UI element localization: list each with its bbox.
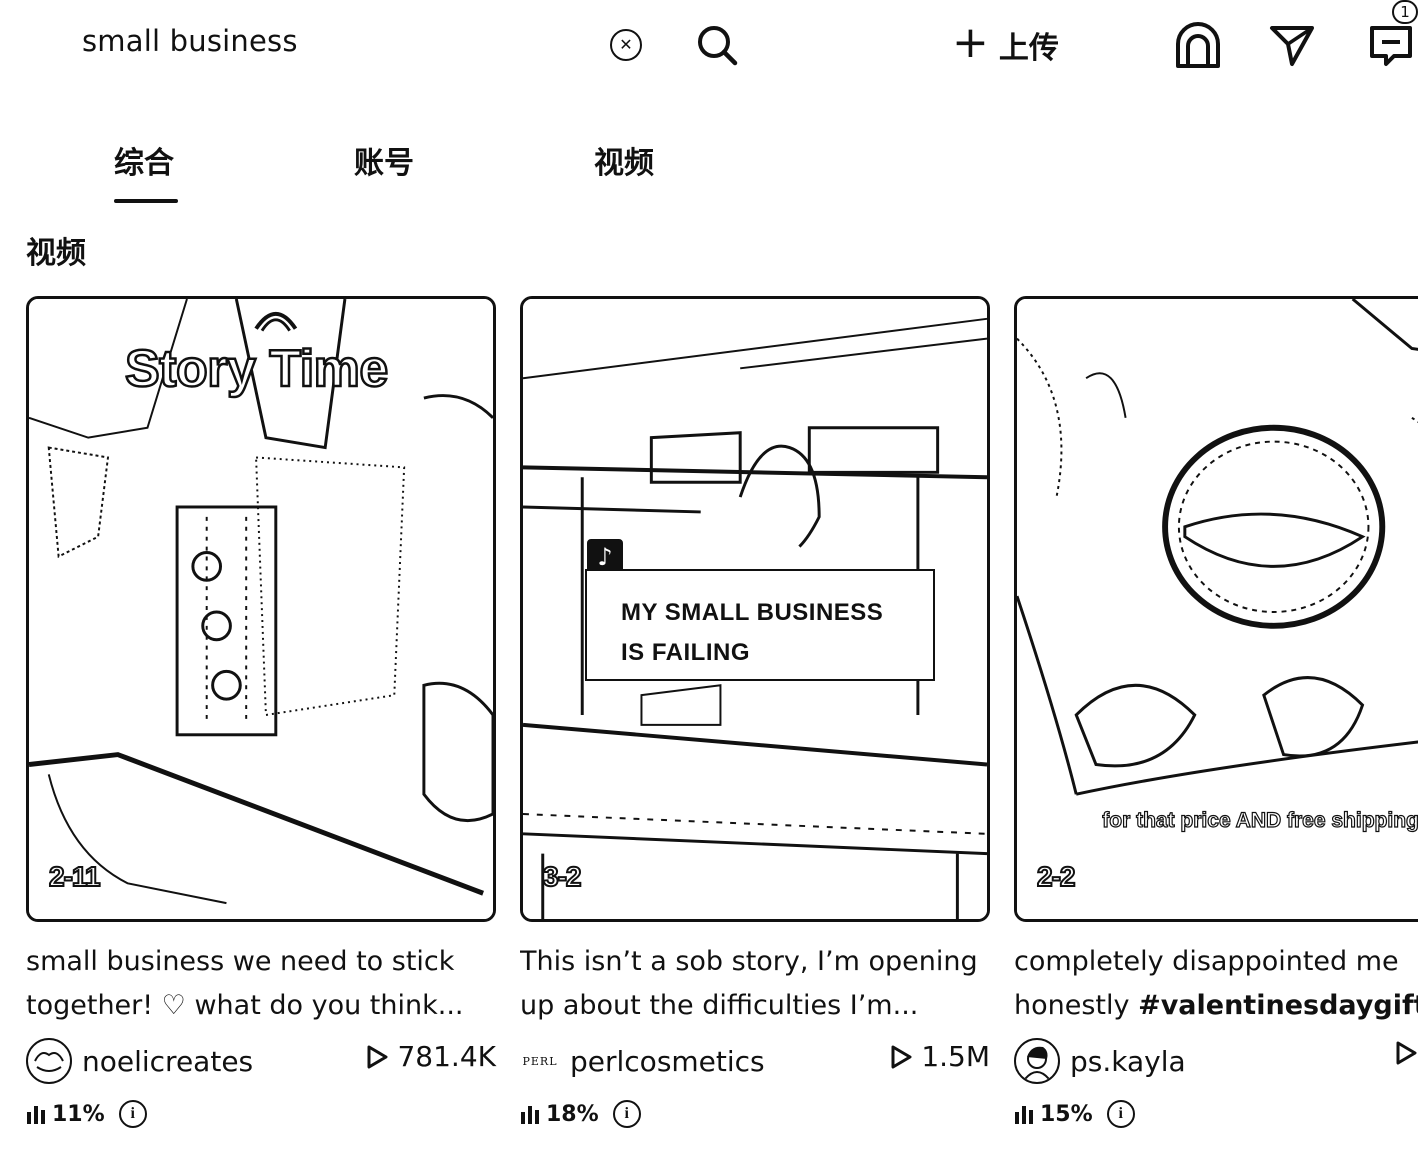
author-name[interactable]: perlcosmetics — [570, 1045, 765, 1078]
video-meta: noelicreates 781.4K — [26, 1036, 496, 1086]
view-count — [1394, 1040, 1418, 1066]
video-description[interactable]: completely disappointed me honestly #val… — [1014, 940, 1418, 1028]
info-icon[interactable]: i — [1106, 1100, 1135, 1128]
search-tabs: 综合 账号 视频 — [0, 138, 1418, 208]
video-card[interactable]: ♪ MY SMALL BUSINESS IS FAILING 3-2 This … — [520, 296, 990, 1134]
search-input[interactable]: small business — [82, 24, 298, 58]
view-count-value: 781.4K — [397, 1040, 496, 1073]
send-icon[interactable] — [1266, 20, 1318, 70]
video-date: 3-2 — [542, 860, 583, 893]
description-line: This isn’t a sob story, I’m opening — [520, 946, 978, 977]
author-name[interactable]: ps.kayla — [1070, 1045, 1186, 1078]
video-meta: PERL perlcosmetics 1.5M — [520, 1036, 990, 1086]
description-line: together! ♡ what do you think... — [26, 990, 464, 1021]
tab-overall[interactable]: 综合 — [114, 138, 174, 182]
description-line: small business we need to stick — [26, 946, 455, 977]
video-description[interactable]: This isn’t a sob story, I’m opening up a… — [520, 940, 990, 1028]
overlay-line: MY SMALL BUSINESS — [621, 599, 884, 626]
bar-chart-icon — [1015, 1106, 1033, 1124]
section-title: 视频 — [26, 236, 86, 271]
stats-row: 11% i — [26, 1094, 496, 1134]
clear-icon[interactable]: ✕ — [610, 29, 642, 61]
bar-chart-icon — [27, 1106, 45, 1124]
info-icon[interactable]: i — [612, 1100, 641, 1128]
video-description[interactable]: small business we need to stick together… — [26, 940, 496, 1028]
hashtag-link[interactable]: #valentinesdaygifts — [1138, 990, 1418, 1021]
view-count: 1.5M — [889, 1040, 990, 1073]
stats-row: 18% i — [520, 1094, 990, 1134]
view-count-value: 1.5M — [921, 1040, 990, 1073]
active-tab-indicator — [114, 199, 178, 203]
tab-videos[interactable]: 视频 — [594, 138, 654, 182]
video-thumbnail[interactable]: ♪ MY SMALL BUSINESS IS FAILING 3-2 — [520, 296, 990, 922]
upload-button[interactable]: + 上传 — [952, 17, 1059, 68]
inbox-icon[interactable] — [1172, 20, 1224, 70]
play-icon — [367, 1045, 388, 1068]
stats-row: 15% i — [1014, 1094, 1418, 1134]
stat-percent: 15% — [1040, 1101, 1093, 1127]
message-badge: 1 — [1392, 0, 1418, 24]
search-icon[interactable] — [694, 22, 740, 68]
video-thumbnail[interactable]: for that price AND free shipping? 2-2 — [1014, 296, 1418, 922]
video-overlay-text: for that price AND free shipping? — [1102, 808, 1418, 832]
author-name[interactable]: noelicreates — [82, 1045, 253, 1078]
avatar-face-icon — [1024, 1046, 1050, 1080]
stat-percent: 11% — [52, 1101, 105, 1127]
description-line: completely disappointed me — [1014, 946, 1399, 977]
description-line: up about the difficulties I’m... — [520, 990, 919, 1021]
avatar[interactable] — [26, 1038, 72, 1084]
video-overlay-text: Story Time — [124, 339, 390, 400]
avatar-logo-icon — [34, 1052, 64, 1072]
video-date: 2-2 — [1036, 860, 1077, 893]
stat-percent: 18% — [546, 1101, 599, 1127]
video-date: 2-11 — [48, 860, 101, 893]
overlay-line: IS FAILING — [621, 639, 751, 666]
top-bar: small business ✕ + 上传 1 — [0, 0, 1418, 90]
message-icon[interactable] — [1366, 20, 1418, 70]
video-thumbnail[interactable]: Story Time 2-11 — [26, 296, 496, 922]
video-meta: ps.kayla — [1014, 1036, 1418, 1086]
video-card[interactable]: for that price AND free shipping? 2-2 co… — [1014, 296, 1418, 1134]
description-line: honestly #valentinesdaygifts — [1014, 984, 1418, 1028]
tab-accounts[interactable]: 账号 — [354, 138, 414, 182]
play-icon — [1396, 1041, 1417, 1065]
upload-label: 上传 — [998, 31, 1059, 66]
avatar[interactable]: PERL — [520, 1038, 560, 1084]
plus-icon: + — [952, 17, 989, 68]
video-card[interactable]: Story Time 2-11 small business we need t… — [26, 296, 496, 1134]
avatar[interactable] — [1014, 1038, 1060, 1084]
view-count: 781.4K — [365, 1040, 496, 1073]
video-overlay-text: MY SMALL BUSINESS IS FAILING — [585, 569, 935, 681]
play-icon — [891, 1045, 912, 1068]
info-icon[interactable]: i — [118, 1100, 147, 1128]
description-text: honestly — [1014, 990, 1139, 1021]
bar-chart-icon — [521, 1106, 539, 1124]
